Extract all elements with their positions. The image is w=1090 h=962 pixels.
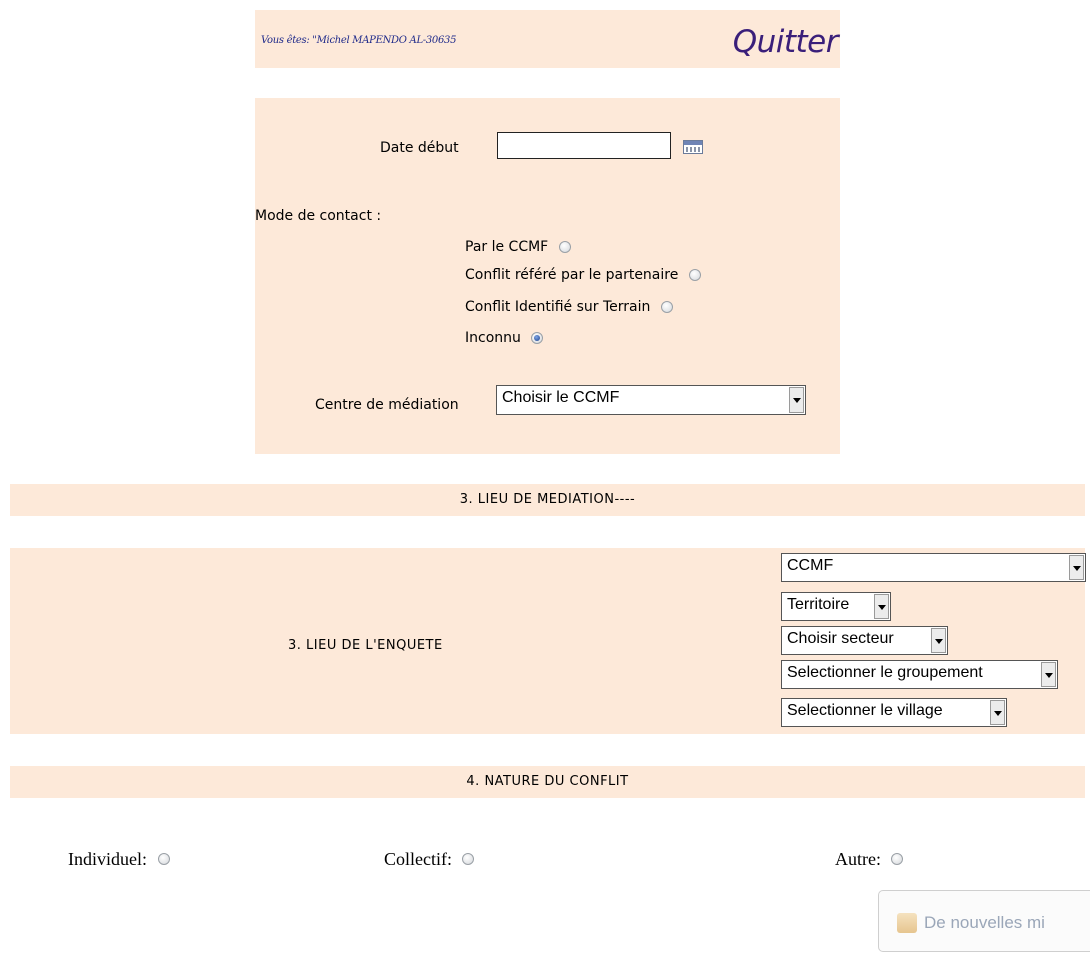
chevron-down-icon <box>1041 662 1056 687</box>
radio-autre[interactable] <box>891 853 904 866</box>
contact-option-ccmf: Par le CCMF <box>465 239 571 255</box>
notification-text: De nouvelles mi <box>924 913 1045 932</box>
header-bar: Vous êtes: "Michel MAPENDO AL-30635 Quit… <box>255 10 840 68</box>
notification-toast[interactable]: De nouvelles mi <box>878 890 1090 952</box>
section-lieu-mediation: 3. LIEU DE MEDIATION---- <box>10 484 1085 516</box>
update-icon <box>897 913 917 933</box>
radio-inconnu[interactable] <box>531 332 544 344</box>
contact-option-inconnu: Inconnu <box>465 330 544 346</box>
calendar-icon[interactable] <box>683 140 703 154</box>
contact-option-label: Conflit Identifié sur Terrain <box>465 299 651 315</box>
territoire-select[interactable]: Territoire <box>781 592 891 621</box>
user-identity: Vous êtes: "Michel MAPENDO AL-30635 <box>261 35 457 46</box>
centre-mediation-label: Centre de médiation <box>315 397 459 413</box>
nature-label: Individuel: <box>68 849 147 869</box>
chevron-down-icon <box>789 387 804 413</box>
groupement-select[interactable]: Selectionner le groupement <box>781 660 1058 689</box>
radio-individuel[interactable] <box>157 853 170 866</box>
contact-option-terrain: Conflit Identifié sur Terrain <box>465 299 673 315</box>
section-nature-conflit: 4. NATURE DU CONFLIT <box>10 766 1085 798</box>
contact-option-label: Inconnu <box>465 330 521 346</box>
select-value: Selectionner le village <box>787 702 943 719</box>
nature-autre: Autre: <box>835 849 904 870</box>
ccmf-select[interactable]: CCMF <box>781 553 1086 582</box>
form-panel: Date début Mode de contact : Par le CCMF… <box>255 98 840 454</box>
radio-partenaire[interactable] <box>688 269 701 281</box>
chevron-down-icon <box>931 628 946 653</box>
select-value: Territoire <box>787 596 850 613</box>
select-value: Choisir le CCMF <box>502 389 620 406</box>
secteur-select[interactable]: Choisir secteur <box>781 626 948 655</box>
select-value: Selectionner le groupement <box>787 664 983 681</box>
nature-individuel: Individuel: <box>68 849 170 870</box>
chevron-down-icon <box>874 594 889 619</box>
date-debut-input[interactable] <box>497 132 671 159</box>
nature-label: Autre: <box>835 849 881 869</box>
radio-collectif[interactable] <box>462 853 475 866</box>
lieu-enquete-label: 3. LIEU DE L'ENQUETE <box>288 638 443 653</box>
contact-option-label: Par le CCMF <box>465 239 549 255</box>
nature-label: Collectif: <box>384 849 452 869</box>
contact-mode-label: Mode de contact : <box>255 208 382 224</box>
date-label: Date début <box>380 140 459 156</box>
contact-option-label: Conflit référé par le partenaire <box>465 267 679 283</box>
chevron-down-icon <box>1069 555 1084 580</box>
village-select[interactable]: Selectionner le village <box>781 698 1007 727</box>
centre-mediation-select[interactable]: Choisir le CCMF <box>496 385 806 415</box>
lieu-enquete-panel: 3. LIEU DE L'ENQUETE CCMF Territoire Cho… <box>10 548 1086 734</box>
select-value: CCMF <box>787 557 834 574</box>
radio-terrain[interactable] <box>660 301 673 313</box>
nature-collectif: Collectif: <box>384 849 475 870</box>
radio-ccmf[interactable] <box>558 241 571 253</box>
chevron-down-icon <box>990 700 1005 725</box>
quit-link[interactable]: Quitter <box>733 24 839 60</box>
contact-option-partenaire: Conflit référé par le partenaire <box>465 267 701 283</box>
select-value: Choisir secteur <box>787 630 894 647</box>
